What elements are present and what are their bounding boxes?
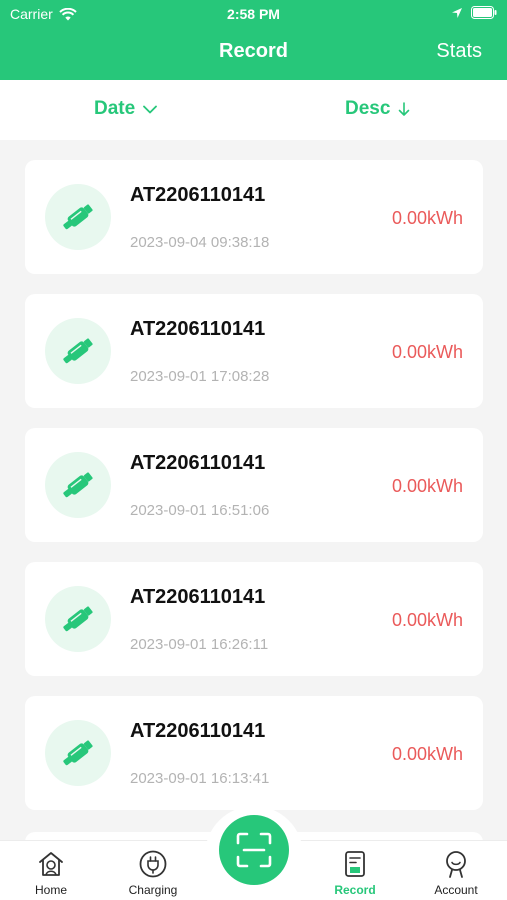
home-icon [39,852,63,876]
tab-record[interactable]: Record [305,841,405,900]
sort-field-label: Date [94,98,136,119]
energy-value: 0.00kWh [391,342,463,362]
record-icon [345,851,365,877]
sort-field-dropdown[interactable]: Date [94,98,158,120]
device-id: AT2206110141 [130,586,266,608]
record-datetime: 2023-09-01 16:13:41 [130,770,270,787]
tab-account-label: Account [434,883,478,897]
charger-icon-badge [45,318,111,384]
page-title: Record [219,40,288,62]
energy-value: 0.00kWh [391,476,463,496]
stats-button[interactable]: Stats [436,40,482,63]
energy-value: 0.00kWh [391,208,463,228]
record-datetime: 2023-09-01 16:51:06 [130,502,270,519]
chevron-down-icon [143,105,158,113]
record-datetime: 2023-09-01 17:08:28 [130,368,270,385]
record-card[interactable]: AT2206110141 2023-09-01 16:26:11 0.00kWh [25,562,483,676]
charger-icon-badge [45,184,111,250]
sort-order-toggle[interactable]: Desc [345,98,410,120]
account-icon [446,851,466,878]
energy-value: 0.00kWh [391,610,463,630]
tab-charging-label: Charging [128,883,178,897]
charging-plug-icon [63,472,93,498]
charging-plug-icon [63,606,93,632]
tab-home-label: Home [34,883,67,897]
charging-plug-icon [63,740,93,766]
record-datetime: 2023-09-04 09:38:18 [130,234,270,251]
scan-icon [236,832,272,868]
device-id: AT2206110141 [130,452,266,474]
navigation-bar: Record Stats [0,28,507,80]
tab-record-label: Record [334,883,376,897]
device-id: AT2206110141 [130,184,266,206]
record-card[interactable]: AT2206110141 2023-09-04 09:38:18 0.00kWh [25,160,483,274]
tab-charging[interactable]: Charging [103,841,203,900]
charging-plug-icon [63,204,93,230]
record-datetime: 2023-09-01 16:26:11 [130,636,269,653]
plug-icon [139,850,167,878]
charger-icon-badge [45,720,111,786]
tab-home[interactable]: Home [1,841,101,900]
location-arrow-icon [452,7,462,18]
record-card[interactable]: AT2206110141 2023-09-01 16:13:41 0.00kWh [25,696,483,810]
status-bar: Carrier 2:58 PM [0,0,507,28]
sort-order-label: Desc [345,98,391,119]
charger-icon-badge [45,452,111,518]
device-id: AT2206110141 [130,318,266,340]
arrow-down-icon [399,101,410,116]
clock: 2:58 PM [227,6,280,22]
tab-account[interactable]: Account [406,841,506,900]
record-card[interactable]: AT2206110141 2023-09-01 16:51:06 0.00kWh [25,428,483,542]
device-id: AT2206110141 [130,720,266,742]
charger-icon-badge [45,586,111,652]
energy-value: 0.00kWh [391,744,463,764]
charging-plug-icon [63,338,93,364]
status-right [451,6,497,19]
battery-icon [471,6,497,19]
scan-button[interactable] [219,815,289,885]
record-card[interactable]: AT2206110141 2023-09-01 17:08:28 0.00kWh [25,294,483,408]
filter-bar: Date Desc [0,80,507,140]
